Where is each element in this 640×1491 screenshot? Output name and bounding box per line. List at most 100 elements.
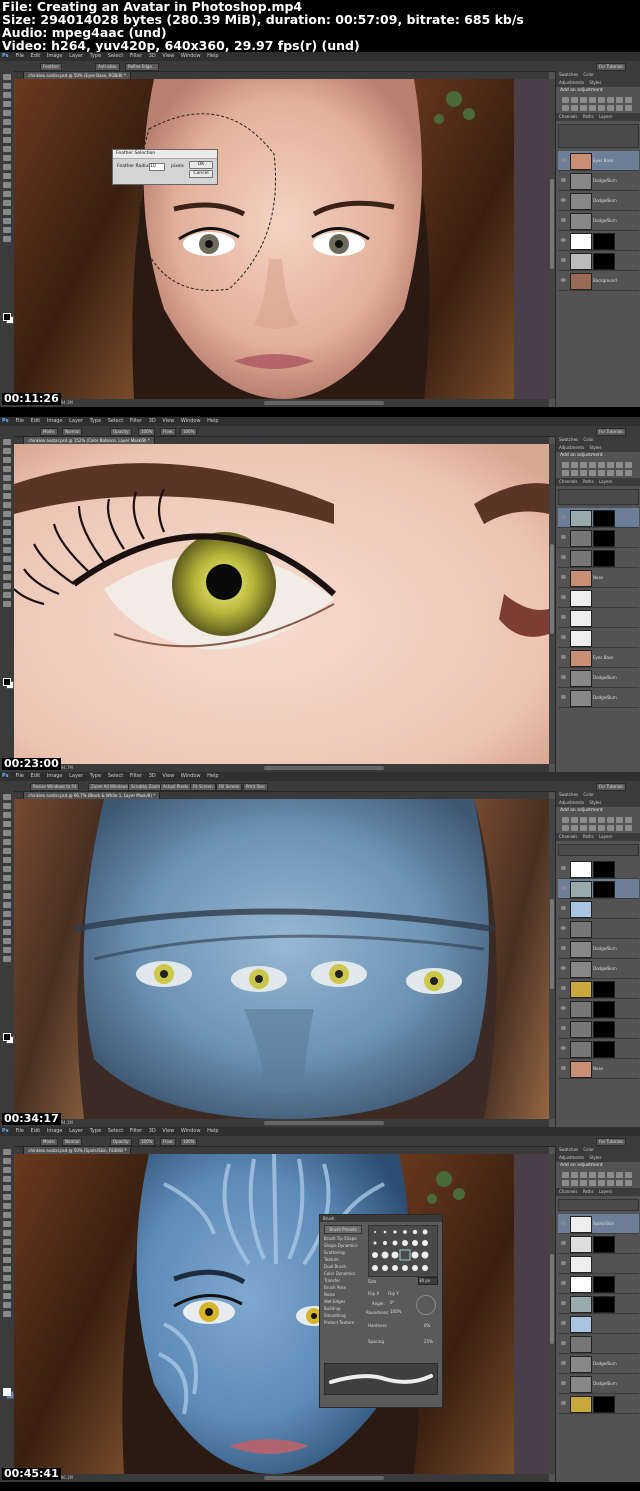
layer-row[interactable]: Dodge/Burn [558,668,639,688]
brush-tip-shape-item[interactable]: Brush Tip Shape [324,1235,364,1242]
ok-button[interactable]: OK [189,161,213,169]
layer-row[interactable] [558,879,639,899]
color-lookup-icon[interactable] [580,1180,587,1186]
angle-input[interactable]: 0° [390,1300,395,1305]
doc-tab-inactive[interactable]: · [14,792,25,799]
eye-icon[interactable] [561,515,566,519]
move-tool-icon[interactable] [3,794,11,800]
brightness-icon[interactable] [562,462,569,468]
healing-tool-icon[interactable] [3,493,11,499]
layer-row[interactable] [558,1394,639,1414]
eye-icon[interactable] [561,1261,566,1265]
hand-tool-icon[interactable] [3,592,11,598]
history-brush-icon[interactable] [3,875,11,881]
dodge-tool-icon[interactable] [3,1257,11,1263]
gradient-tool-icon[interactable] [3,1248,11,1254]
type-tool-icon[interactable] [3,565,11,571]
clone-tool-icon[interactable] [3,511,11,517]
tab-adjustments[interactable]: Adjustments [559,445,584,450]
eye-icon[interactable] [561,1066,566,1070]
layer-row[interactable]: Dodge/Burn [558,688,639,708]
mode-select[interactable]: Normal [62,428,83,436]
eye-icon[interactable] [561,1221,566,1225]
color-lookup-icon[interactable] [580,105,587,111]
horizontal-scrollbar[interactable] [264,766,384,770]
menu-window[interactable]: Window [181,52,201,61]
resize-windows-checkbox[interactable]: Resize Windows to Fit [30,783,80,791]
eye-icon[interactable] [561,1026,566,1030]
pen-tool-icon[interactable] [3,911,11,917]
lasso-tool-icon[interactable] [3,92,11,98]
crop-tool-icon[interactable] [3,475,11,481]
healing-tool-icon[interactable] [3,128,11,134]
eye-icon[interactable] [561,1381,566,1385]
eyedropper-tool-icon[interactable] [3,839,11,845]
healing-tool-icon[interactable] [3,1203,11,1209]
tab-styles[interactable]: Styles [589,80,601,85]
eye-icon[interactable] [561,946,566,950]
clone-tool-icon[interactable] [3,1221,11,1227]
menu-view[interactable]: View [162,772,174,781]
menu-filter[interactable]: Filter [130,772,142,781]
layer-row[interactable]: Dodge/Burn [558,1374,639,1394]
workspace-select[interactable]: For Tutorials [596,63,627,71]
actual-pixels-button[interactable]: Actual Pixels [160,783,192,791]
curves-icon[interactable] [580,97,587,103]
foreground-color-swatch[interactable] [3,1388,11,1396]
hue-sat-icon[interactable] [607,97,614,103]
zoom-all-windows-checkbox[interactable]: Zoom All Windows [88,783,131,791]
hue-sat-icon[interactable] [607,817,614,823]
quick-select-tool-icon[interactable] [3,101,11,107]
selective-color-icon[interactable] [625,1180,632,1186]
vibrance-icon[interactable] [598,817,605,823]
levels-icon[interactable] [571,1172,578,1178]
menu-type[interactable]: Type [90,52,101,61]
eye-icon[interactable] [561,535,566,539]
scroll-thumb[interactable] [550,179,554,269]
menu-filter[interactable]: Filter [130,417,142,426]
pen-tool-icon[interactable] [3,556,11,562]
menu-layer[interactable]: Layer [69,772,83,781]
eye-icon[interactable] [561,1281,566,1285]
menu-view[interactable]: View [162,52,174,61]
eye-icon[interactable] [561,886,566,890]
pen-tool-icon[interactable] [3,191,11,197]
layer-row[interactable] [558,1314,639,1334]
menu-help[interactable]: Help [207,52,218,61]
eye-icon[interactable] [561,635,566,639]
dual-brush-item[interactable]: Dual Brush [324,1263,364,1270]
eye-icon[interactable] [561,1301,566,1305]
eye-icon[interactable] [561,986,566,990]
menu-edit[interactable]: Edit [31,772,41,781]
tab-styles[interactable]: Styles [589,1155,601,1160]
doc-tab-active[interactable]: chinkiea avatar.psd @ 50% (Spots/Skin, R… [24,1147,132,1154]
exposure-icon[interactable] [589,817,596,823]
channel-mixer-icon[interactable] [571,1180,578,1186]
doc-tab-inactive[interactable]: · [14,1147,25,1154]
spacing-checkbox[interactable]: Spacing [368,1339,384,1344]
layer-blend-controls[interactable] [558,844,639,856]
feather-radius-input[interactable]: 10 [149,163,165,171]
shape-tool-icon[interactable] [3,938,11,944]
layer-row[interactable]: Nose [558,568,639,588]
zoom-tool-icon[interactable] [3,1311,11,1317]
eye-icon[interactable] [561,555,566,559]
selective-color-icon[interactable] [625,105,632,111]
opacity-input[interactable]: 100% [138,428,156,436]
tab-layers[interactable]: Layers [599,114,612,119]
eye-icon[interactable] [561,278,566,282]
menu-select[interactable]: Select [108,772,123,781]
threshold-icon[interactable] [607,1180,614,1186]
menu-image[interactable]: Image [47,417,63,426]
doc-tab-inactive[interactable]: · [14,437,25,444]
dodge-tool-icon[interactable] [3,902,11,908]
brightness-icon[interactable] [562,97,569,103]
bw-icon[interactable] [625,1172,632,1178]
brush-pose-item[interactable]: Brush Pose [324,1284,364,1291]
hand-tool-icon[interactable] [3,947,11,953]
levels-icon[interactable] [571,462,578,468]
eye-icon[interactable] [561,1241,566,1245]
bw-icon[interactable] [625,462,632,468]
layer-row[interactable] [558,999,639,1019]
menu-3d[interactable]: 3D [149,417,156,426]
